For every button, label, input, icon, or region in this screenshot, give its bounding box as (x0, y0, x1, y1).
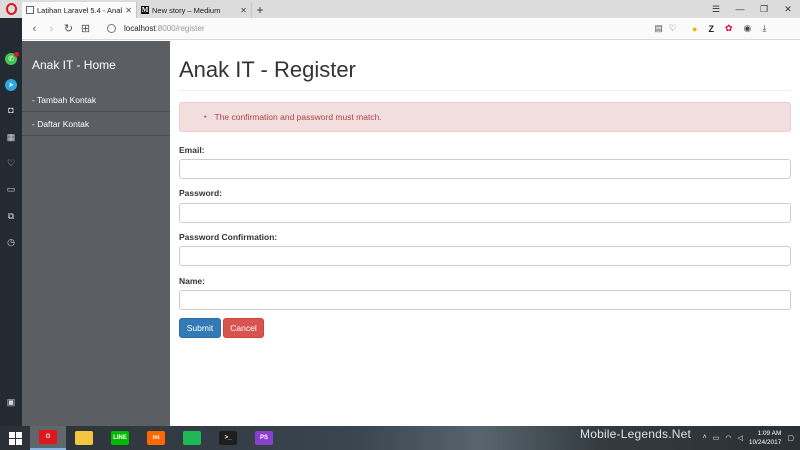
sidebar-toggle-icon[interactable]: ▣ (5, 396, 17, 408)
sidebar-item-daftar-kontak[interactable]: - Daftar Kontak (22, 112, 170, 136)
heart-icon[interactable]: ♡ (669, 23, 677, 34)
password-confirmation-field[interactable] (179, 246, 791, 266)
close-window-icon[interactable]: ✕ (776, 4, 800, 15)
tabs-icon[interactable]: ⧉ (5, 210, 17, 222)
folder-icon (75, 431, 93, 445)
vpn-icon[interactable]: ◉ (743, 23, 751, 34)
tab-menu-icon[interactable]: ☰ (704, 4, 728, 15)
heart-icon[interactable]: ♡ (5, 157, 17, 169)
alert-message: The confirmation and password must match… (214, 112, 382, 122)
windows-icon (8, 431, 22, 445)
email-field[interactable] (179, 159, 791, 179)
opera-logo-icon (5, 3, 17, 15)
clock-time: 1:09 AM (757, 430, 782, 437)
globe-icon (107, 24, 116, 33)
sidebar-item-tambah-kontak[interactable]: - Tambah Kontak (22, 88, 170, 112)
notifications-icon[interactable]: ▢ (787, 434, 794, 442)
main-content: Anak IT - Register • The confirmation an… (170, 41, 800, 426)
reload-icon[interactable]: ↻ (60, 22, 77, 35)
browser-tab[interactable]: M New story – Medium ✕ (137, 2, 252, 18)
browser-tab-bar: Latihan Laravel 5.4 - Anak ✕ M New story… (0, 0, 800, 18)
restore-icon[interactable]: ❐ (752, 4, 776, 15)
lightbulb-icon[interactable]: ● (692, 24, 697, 34)
tab-title: New story – Medium (152, 5, 221, 15)
wifi-icon[interactable]: ◠ (725, 434, 731, 442)
chevron-up-icon[interactable]: ˄ (703, 434, 707, 442)
medium-icon: M (141, 6, 149, 14)
address-toolbar: ‹ › ↻ ⊞ localhost:8000/register ▤ ♡ ● Z … (22, 18, 800, 40)
taskbar-app-file-explorer[interactable] (66, 426, 102, 450)
system-tray: ˄ ▭ ◠ ◁ 1:09 AM 10/24/2017 ▢ (703, 426, 800, 450)
password-confirmation-label: Password Confirmation: (179, 232, 278, 242)
address-field[interactable]: localhost:8000/register ▤ ♡ (102, 21, 682, 37)
url-path: :8000/register (155, 24, 205, 33)
spotify-icon (183, 431, 201, 445)
taskbar-app-terminal[interactable]: >_ (210, 426, 246, 450)
z-extension-icon[interactable]: Z (708, 24, 714, 34)
opera-sidebar: ✆ ➤ ◘ ▦ ♡ ▭ ⧉ ◷ ▣ (0, 18, 22, 426)
watermark: Mobile-Legends.Net (580, 427, 691, 441)
opera-icon: O (39, 430, 57, 444)
page-title: Anak IT - Register (179, 57, 356, 82)
clock-date: 10/24/2017 (748, 439, 782, 446)
window-controls: ☰ — ❐ ✕ (704, 0, 800, 18)
speed-dial-icon[interactable]: ⊞ (77, 22, 94, 35)
volume-icon[interactable]: ◁ (737, 434, 742, 442)
grid-icon[interactable]: ▦ (5, 131, 17, 143)
browser-tab-active[interactable]: Latihan Laravel 5.4 - Anak ✕ (22, 2, 137, 18)
email-label: Email: (179, 145, 205, 155)
terminal-icon: >_ (219, 431, 237, 445)
line-icon: LINE (111, 431, 129, 445)
phpstorm-icon: PS (255, 431, 273, 445)
document-icon (26, 6, 34, 14)
snapshot-icon[interactable]: ▤ (654, 23, 663, 34)
back-icon[interactable]: ‹ (26, 23, 43, 35)
submit-button[interactable]: Submit (179, 318, 221, 338)
name-label: Name: (179, 276, 205, 286)
taskbar-app-opera[interactable]: O (30, 426, 66, 450)
start-button[interactable] (0, 426, 30, 450)
notification-dot (14, 52, 19, 57)
close-icon[interactable]: ✕ (240, 6, 247, 15)
tab-title: Latihan Laravel 5.4 - Anak (37, 5, 123, 15)
taskbar-app-spotify[interactable] (174, 426, 210, 450)
telegram-icon[interactable]: ➤ (5, 79, 17, 91)
app-sidebar: Anak IT - Home - Tambah Kontak - Daftar … (22, 41, 170, 426)
name-field[interactable] (179, 290, 791, 310)
download-icon[interactable]: ⤓ (762, 23, 766, 34)
taskbar-app-phpstorm[interactable]: PS (246, 426, 282, 450)
clock[interactable]: 1:09 AM 10/24/2017 (749, 429, 782, 447)
color-picker-icon[interactable]: ✿ (725, 23, 733, 34)
forward-icon[interactable]: › (43, 23, 60, 35)
opera-menu-button[interactable] (0, 0, 22, 18)
password-label: Password: (179, 188, 222, 198)
cancel-button[interactable]: Cancel (223, 318, 264, 338)
new-tab-button[interactable]: + (252, 2, 268, 18)
battery-icon[interactable]: ▭ (713, 434, 720, 442)
mi-icon: mi (147, 431, 165, 445)
error-alert: • The confirmation and password must mat… (179, 102, 791, 132)
brand-home-link[interactable]: Anak IT - Home (32, 58, 116, 72)
url-host: localhost (124, 24, 156, 33)
alert-bullet: • (204, 113, 207, 121)
divider (179, 90, 791, 91)
history-icon[interactable]: ◷ (5, 236, 17, 248)
password-field[interactable] (179, 203, 791, 223)
news-icon[interactable]: ▭ (5, 183, 17, 195)
close-icon[interactable]: ✕ (125, 6, 132, 15)
taskbar-app-line[interactable]: LINE (102, 426, 138, 450)
camera-icon[interactable]: ◘ (5, 104, 17, 116)
taskbar-app-mi[interactable]: mi (138, 426, 174, 450)
minimize-icon[interactable]: — (728, 4, 752, 14)
